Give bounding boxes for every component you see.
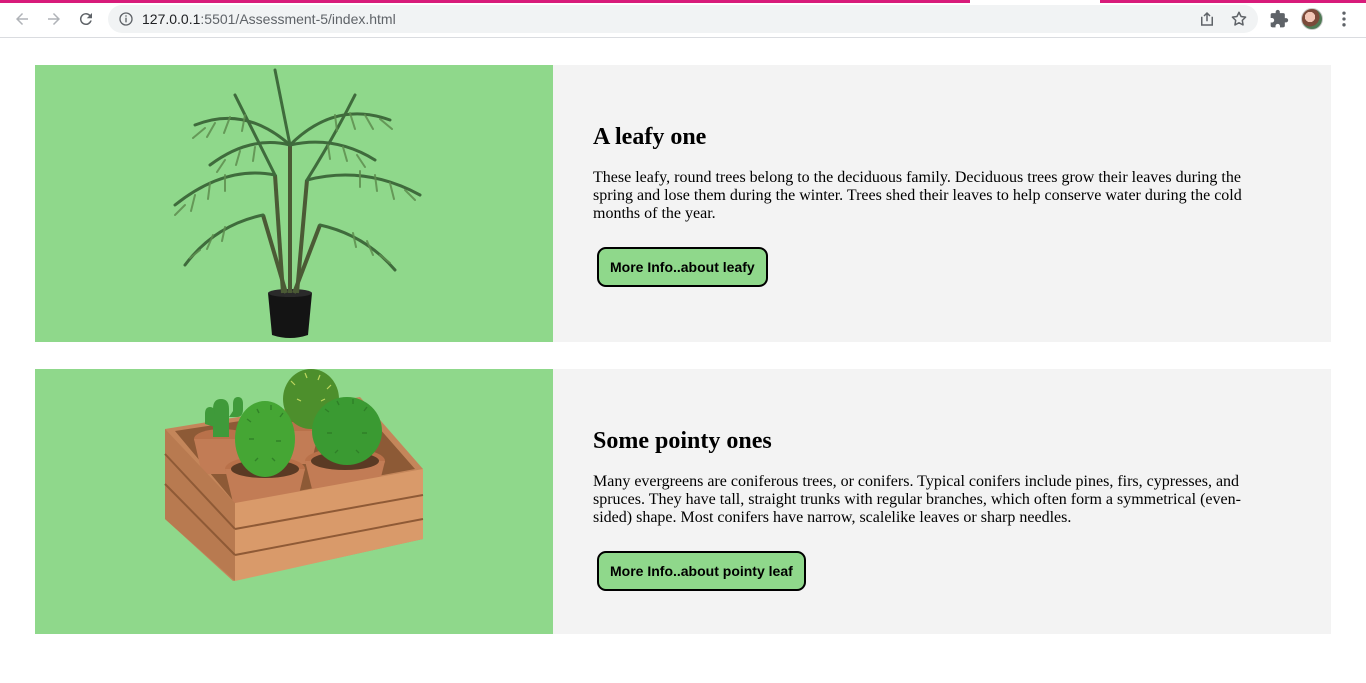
browser-toolbar: 127.0.0.1:5501/Assessment-5/index.html [0,0,1366,38]
pointy-image-panel [35,369,553,634]
card-title: A leafy one [593,124,707,150]
star-icon[interactable] [1230,10,1248,28]
url-text[interactable]: 127.0.0.1:5501/Assessment-5/index.html [142,11,396,27]
card-description: These leafy, round trees belong to the d… [593,169,1242,222]
cacti-crate-image [164,369,424,581]
leafy-image-panel [35,65,553,342]
menu-icon[interactable] [1334,9,1354,29]
extensions-icon[interactable] [1269,9,1289,29]
card-description: Many evergreens are coniferous trees, or… [593,473,1241,526]
avatar[interactable] [1301,8,1323,30]
share-icon[interactable] [1198,10,1216,28]
leafy-text-panel: A leafy one These leafy, round trees bel… [553,65,1331,342]
pointy-text-panel: Some pointy ones Many evergreens are con… [553,369,1331,634]
tab-strip-accent [0,0,1366,3]
card-title: Some pointy ones [593,428,772,454]
palm-plant-image [173,68,422,338]
reload-icon[interactable] [74,8,98,30]
back-icon[interactable] [10,8,34,30]
info-icon[interactable] [118,11,134,27]
card-pointy: Some pointy ones Many evergreens are con… [35,369,1331,634]
address-bar[interactable]: 127.0.0.1:5501/Assessment-5/index.html [108,5,1258,33]
more-info-pointy-button[interactable]: More Info..about pointy leaf [597,551,806,591]
more-info-leafy-button[interactable]: More Info..about leafy [597,247,768,287]
forward-icon[interactable] [42,8,66,30]
card-leafy: A leafy one These leafy, round trees bel… [35,65,1331,342]
